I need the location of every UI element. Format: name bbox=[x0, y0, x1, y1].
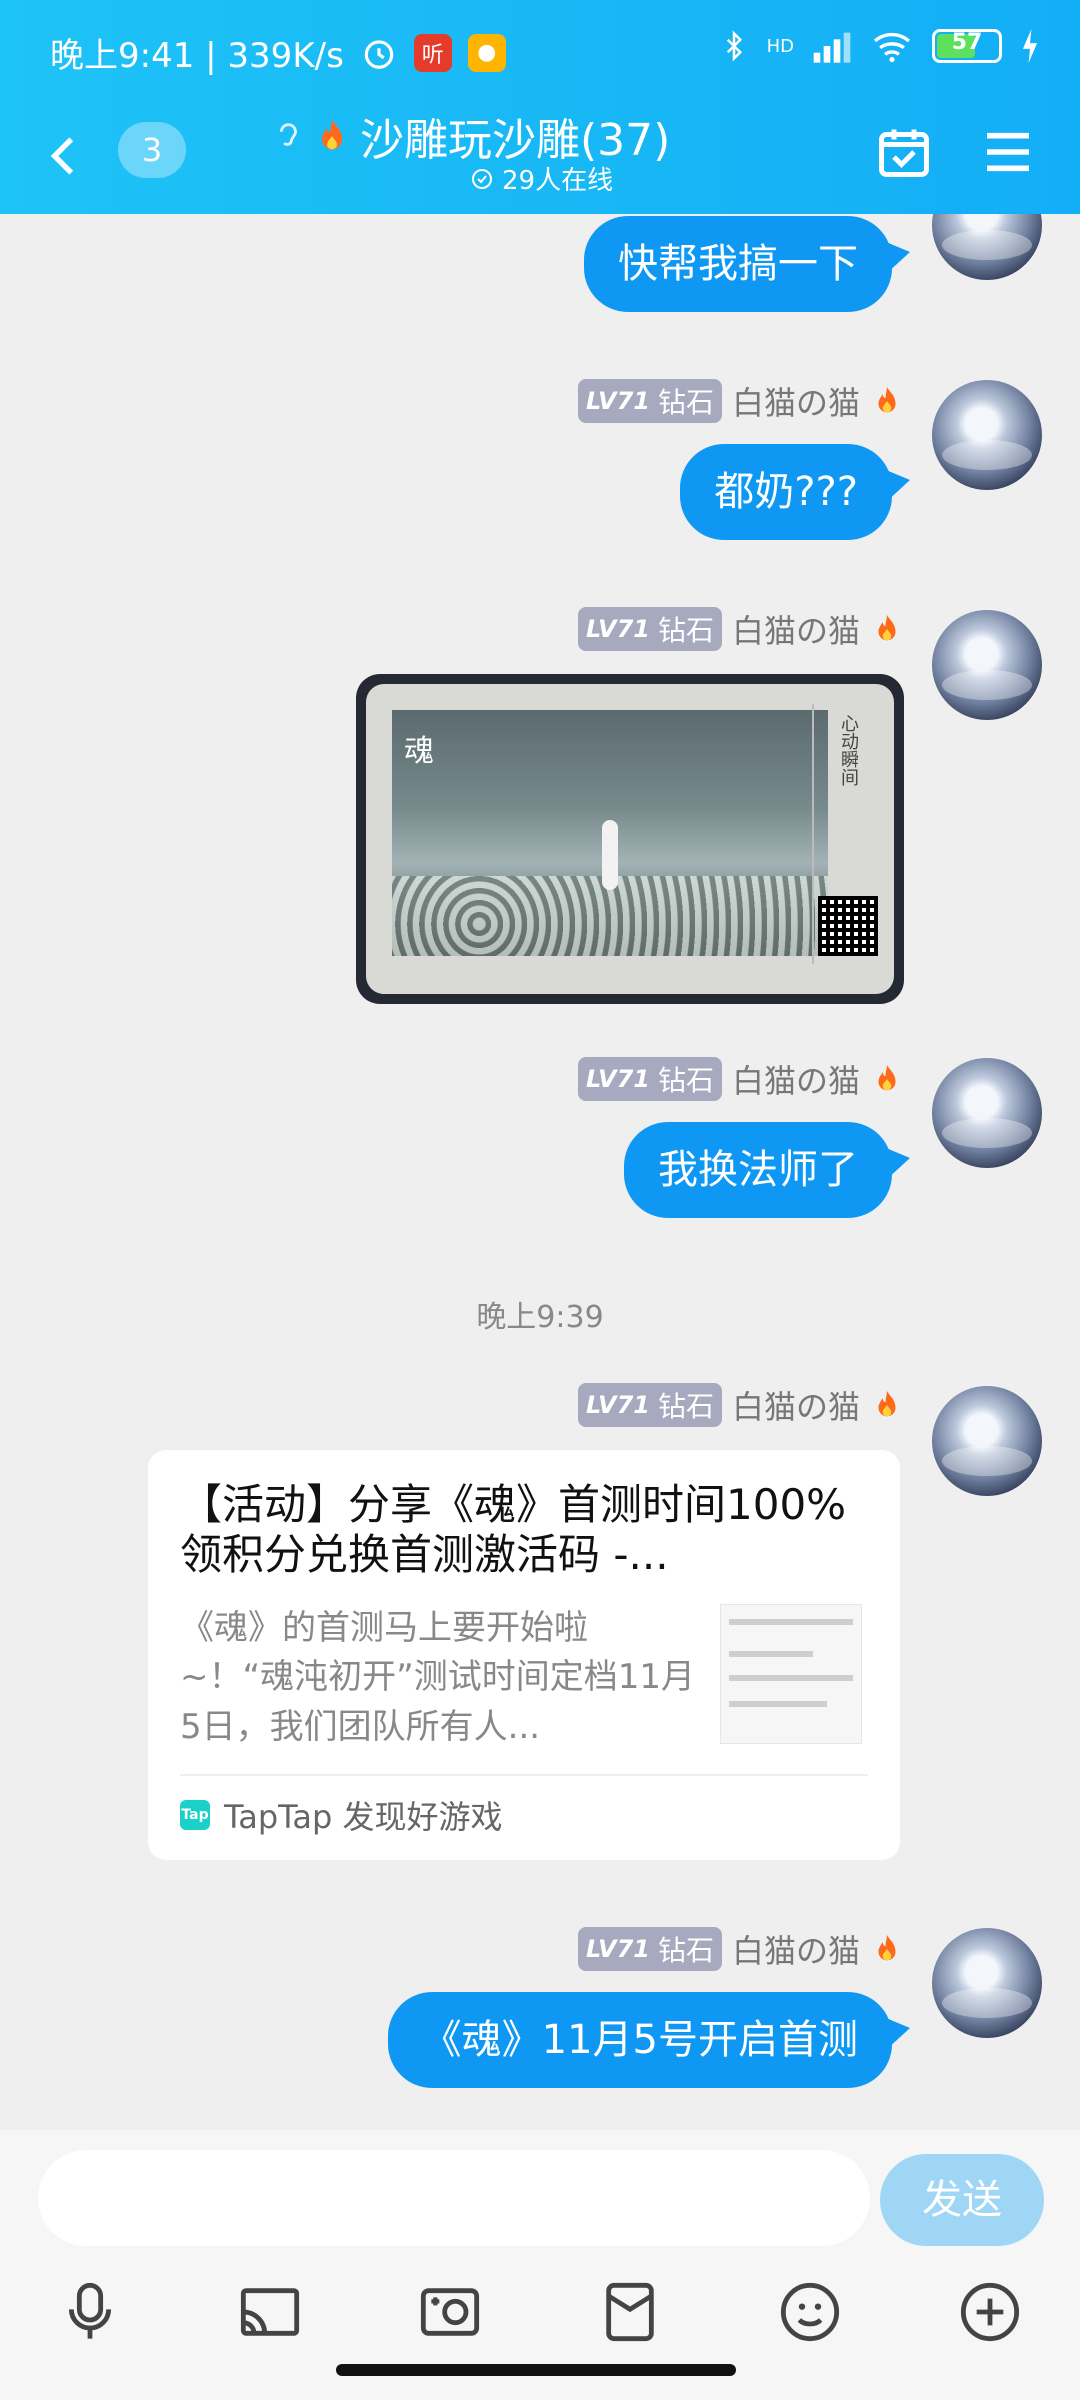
level-badge: LV71 钻石 bbox=[578, 607, 722, 651]
card-body: 《魂》的首测马上要开始啦~！“魂沌初开”测试时间定档11月5日，我们团队所有人.… bbox=[180, 1604, 868, 1752]
time-and-speed: 晚上9:41 | 339K/s bbox=[50, 36, 344, 76]
level-badge: LV71 钻石 bbox=[578, 1927, 722, 1971]
alarm-icon bbox=[364, 39, 394, 69]
red-packet-icon[interactable] bbox=[598, 2280, 662, 2344]
back-icon[interactable] bbox=[40, 126, 90, 186]
composer: 发送 bbox=[0, 2130, 1080, 2400]
sender-meta: LV71 钻石 白猫の猫 bbox=[578, 378, 904, 424]
wifi-icon bbox=[873, 32, 911, 63]
ear-icon bbox=[279, 123, 297, 146]
sender-meta: LV71 钻石 白猫の猫 bbox=[578, 1926, 904, 1972]
card-title: 【活动】分享《魂》首测时间100%领积分兑换首测激活码 -... bbox=[180, 1480, 847, 1580]
link-card[interactable]: 【活动】分享《魂》首测时间100%领积分兑换首测激活码 -... 《魂》的首测马… bbox=[148, 1450, 900, 1860]
game-logo: 魂 bbox=[404, 734, 434, 769]
avatar[interactable] bbox=[932, 380, 1042, 490]
battery-icon: 57 bbox=[932, 29, 1002, 63]
sender-name[interactable]: 白猫の猫 bbox=[732, 1926, 860, 1972]
online-check-icon bbox=[472, 168, 492, 189]
message-bubble[interactable]: 快帮我搞一下 bbox=[584, 216, 910, 312]
fire-icon bbox=[878, 386, 896, 413]
status-bar: 晚上9:41 | 339K/s 听 ● HD 57 bbox=[0, 0, 1080, 96]
sender-name[interactable]: 白猫の猫 bbox=[732, 1382, 860, 1428]
fire-icon bbox=[322, 119, 342, 150]
card-thumbnail bbox=[720, 1604, 862, 1744]
online-count: 29人在线 bbox=[502, 166, 614, 196]
game-screenshot: 魂 心动瞬间 bbox=[366, 684, 894, 994]
fire-icon bbox=[878, 1390, 896, 1417]
avatar[interactable] bbox=[932, 1386, 1042, 1496]
online-status: 29人在线 bbox=[470, 160, 613, 197]
bluetooth-icon bbox=[726, 30, 742, 62]
unread-count-badge[interactable]: 3 bbox=[118, 122, 186, 178]
message-bubble[interactable]: 都奶??? bbox=[680, 444, 910, 540]
side-panel-title: 心动瞬间 bbox=[838, 714, 859, 786]
avatar[interactable] bbox=[932, 214, 1042, 280]
sender-name[interactable]: 白猫の猫 bbox=[732, 1056, 860, 1102]
calendar-check-icon[interactable] bbox=[874, 122, 934, 182]
sender-meta: LV71 钻石 白猫の猫 bbox=[578, 1056, 904, 1102]
qr-code bbox=[818, 896, 878, 956]
home-indicator[interactable] bbox=[336, 2364, 736, 2376]
signal-icon bbox=[813, 32, 851, 63]
cast-screen-icon[interactable] bbox=[238, 2280, 302, 2344]
scene-image: 魂 bbox=[392, 710, 828, 956]
sender-name[interactable]: 白猫の猫 bbox=[732, 378, 860, 424]
fire-icon bbox=[878, 1934, 896, 1961]
card-description: 《魂》的首测马上要开始啦~！“魂沌初开”测试时间定档11月5日，我们团队所有人.… bbox=[180, 1608, 695, 1747]
fire-icon bbox=[878, 614, 896, 641]
plus-icon[interactable] bbox=[958, 2280, 1022, 2344]
image-icon[interactable] bbox=[418, 2280, 482, 2344]
top-bar: 晚上9:41 | 339K/s 听 ● HD 57 3 沙雕玩沙雕(37) 29… bbox=[0, 0, 1080, 214]
level-badge: LV71 钻石 bbox=[578, 1057, 722, 1101]
emoji-icon[interactable] bbox=[778, 2280, 842, 2344]
message-list[interactable]: 快帮我搞一下 LV71 钻石 白猫の猫 都奶??? LV71 钻石 白猫の猫 魂 心… bbox=[0, 214, 1080, 2114]
level-badge: LV71 钻石 bbox=[578, 379, 722, 423]
charging-icon bbox=[1022, 29, 1038, 63]
sender-meta: LV71 钻石 白猫の猫 bbox=[578, 1382, 904, 1428]
message-input[interactable] bbox=[38, 2150, 870, 2246]
group-name: 沙雕玩沙雕(37) bbox=[360, 115, 671, 166]
sender-name[interactable]: 白猫の猫 bbox=[732, 606, 860, 652]
toolbar bbox=[0, 2280, 1080, 2350]
avatar[interactable] bbox=[932, 1058, 1042, 1168]
send-button[interactable]: 发送 bbox=[880, 2154, 1044, 2246]
avatar[interactable] bbox=[932, 610, 1042, 720]
game-app-icon: ● bbox=[467, 33, 506, 72]
microphone-icon[interactable] bbox=[58, 2280, 122, 2344]
card-source: Tap TapTap 发现好游戏 bbox=[180, 1773, 868, 1838]
group-title[interactable]: 沙雕玩沙雕(37) bbox=[270, 104, 770, 168]
time-divider: 晚上9:39 bbox=[476, 1300, 604, 1335]
sender-meta: LV71 钻石 白猫の猫 bbox=[578, 606, 904, 652]
fire-icon bbox=[878, 1064, 896, 1091]
battery-level: 57 bbox=[951, 30, 983, 55]
message-bubble[interactable]: 《魂》11月5号开启首测 bbox=[387, 1992, 911, 2088]
message-bubble[interactable]: 我换法师了 bbox=[624, 1122, 910, 1218]
network-type: HD bbox=[766, 35, 794, 57]
card-source-label: TapTap 发现好游戏 bbox=[224, 1797, 503, 1836]
menu-icon[interactable] bbox=[980, 124, 1036, 180]
avatar[interactable] bbox=[932, 1928, 1042, 2038]
level-badge: LV71 钻石 bbox=[578, 1383, 722, 1427]
image-message[interactable]: 魂 心动瞬间 bbox=[356, 674, 904, 1004]
chat-nav-bar: 3 沙雕玩沙雕(37) 29人在线 bbox=[0, 96, 1080, 214]
taptap-logo-icon: Tap bbox=[180, 1799, 210, 1830]
listen-app-icon: 听 bbox=[413, 33, 452, 72]
